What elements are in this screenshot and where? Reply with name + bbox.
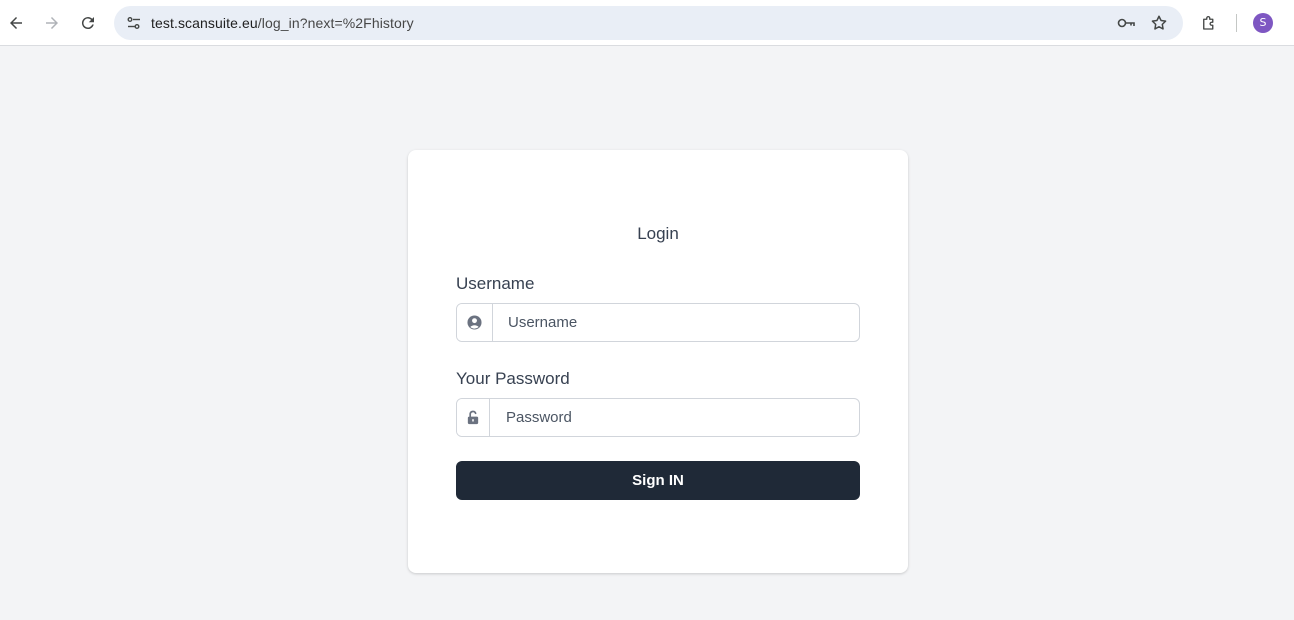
back-icon — [10, 17, 22, 29]
forward-button[interactable] — [36, 7, 68, 39]
password-input-group — [456, 398, 860, 437]
password-addon — [457, 399, 490, 436]
browser-toolbar: test.scansuite.eu/log_in?next=%2Fhistory… — [0, 0, 1294, 46]
bookmark-button[interactable] — [1147, 11, 1171, 35]
username-input[interactable] — [508, 304, 848, 341]
url-text[interactable]: test.scansuite.eu/log_in?next=%2Fhistory — [151, 6, 414, 40]
username-addon — [457, 304, 493, 341]
unlock-icon — [467, 410, 479, 425]
address-bar[interactable]: test.scansuite.eu/log_in?next=%2Fhistory — [114, 6, 1183, 40]
site-info-icon — [127, 17, 140, 29]
url-path: /log_in?next=%2Fhistory — [257, 15, 414, 31]
reload-icon — [81, 17, 94, 30]
reload-button[interactable] — [72, 7, 104, 39]
toolbar-divider — [1236, 14, 1237, 32]
back-button[interactable] — [0, 7, 32, 39]
bookmark-star-icon — [1151, 15, 1167, 30]
user-circle-icon — [467, 315, 482, 330]
login-card: Login Username Your Password Sign IN — [408, 150, 908, 573]
profile-avatar[interactable]: S — [1253, 13, 1273, 33]
forward-icon — [46, 17, 58, 29]
login-title: Login — [637, 224, 679, 243]
username-label: Username — [456, 274, 535, 293]
password-label: Your Password — [456, 369, 570, 388]
password-key-icon — [1117, 18, 1135, 28]
password-input[interactable] — [506, 399, 848, 436]
site-info-button[interactable] — [120, 9, 148, 37]
username-input-group — [456, 303, 860, 342]
extensions-button[interactable] — [1193, 7, 1225, 39]
password-manager-button[interactable] — [1114, 11, 1138, 35]
extensions-icon — [1203, 16, 1214, 30]
sign-in-button[interactable]: Sign IN — [456, 461, 860, 500]
url-host: test.scansuite.eu — [151, 15, 258, 31]
